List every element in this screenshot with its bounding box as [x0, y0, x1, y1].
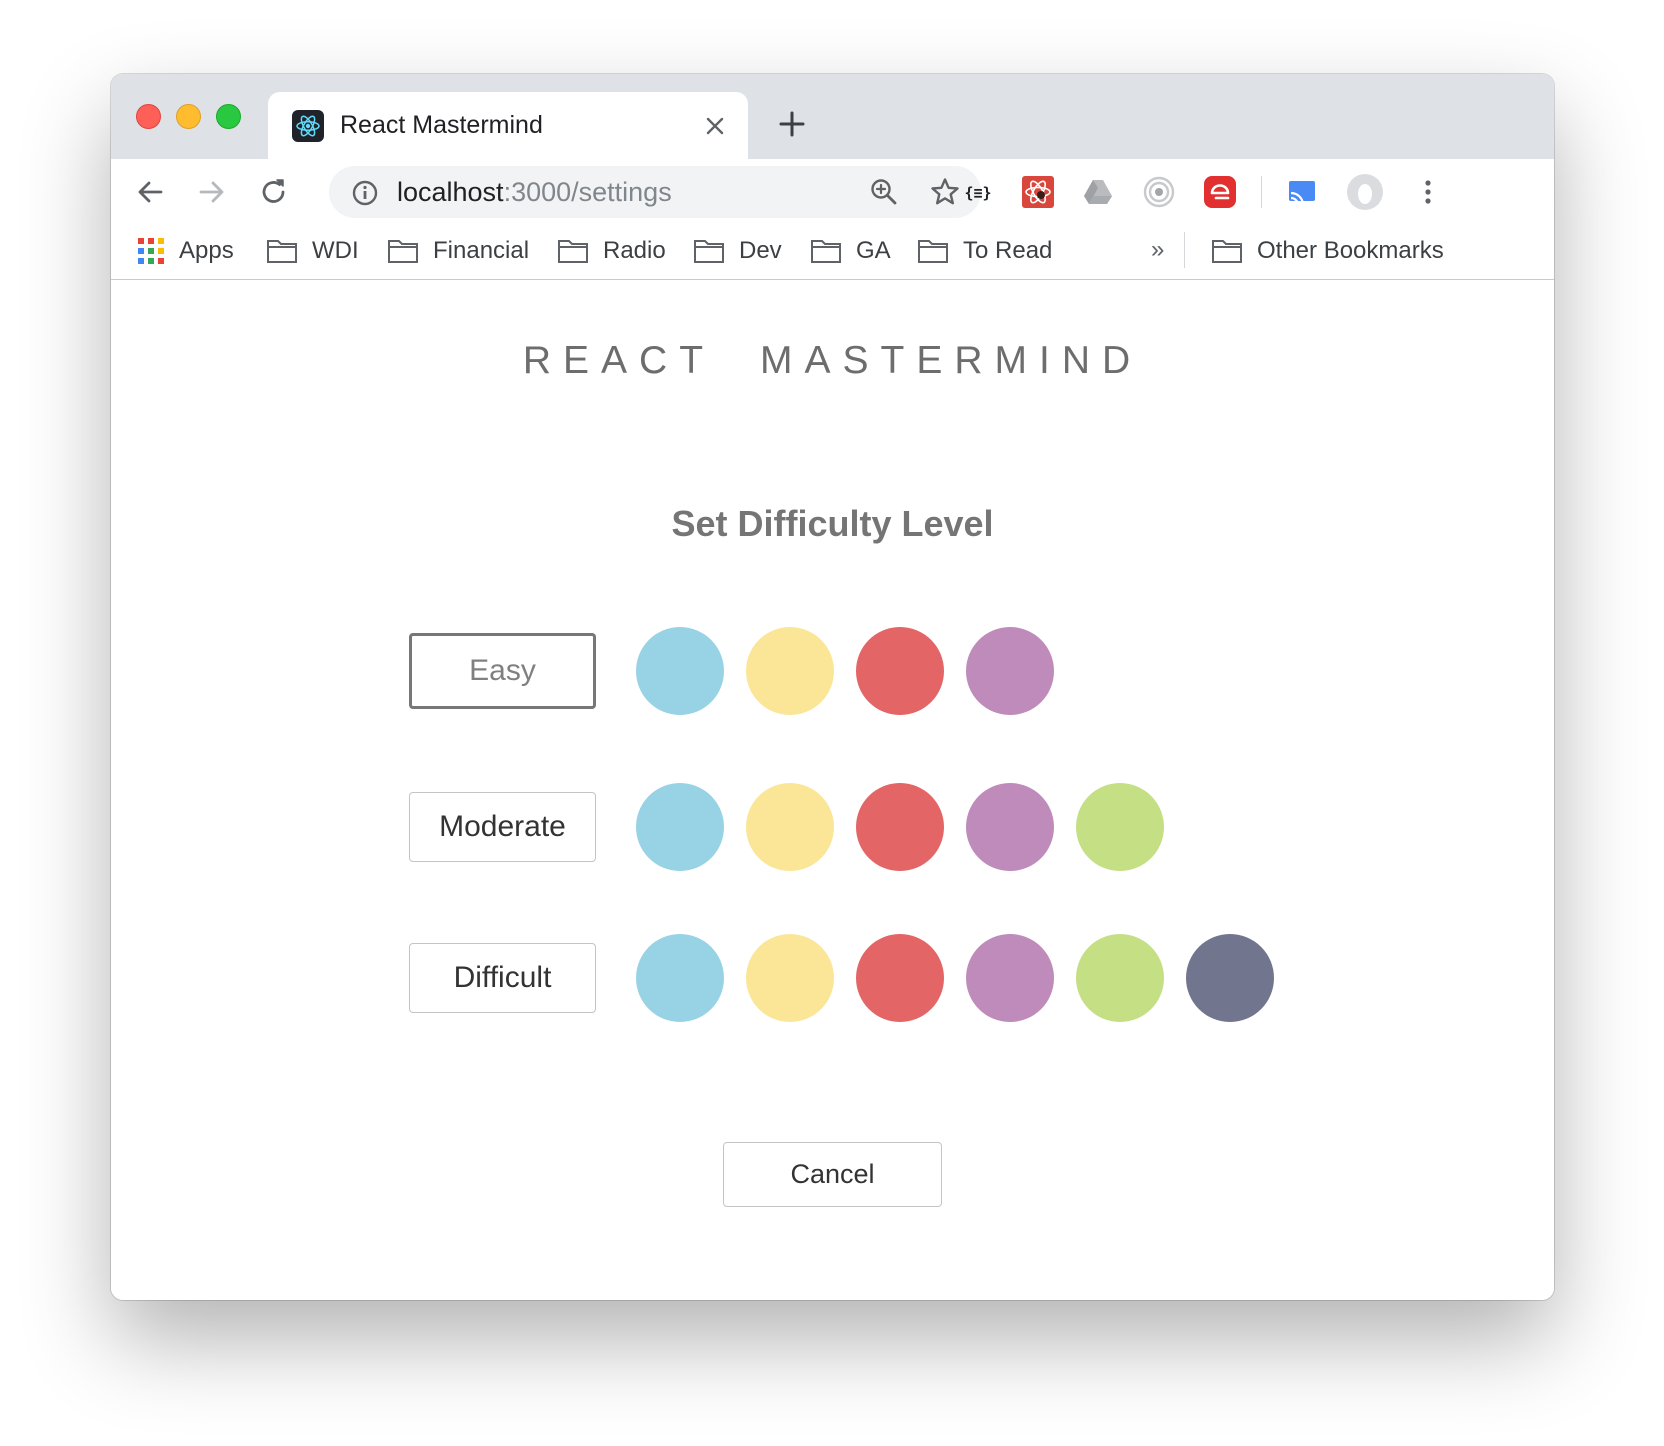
- close-window-button[interactable]: [136, 104, 161, 129]
- bookmark-other-bookmarks[interactable]: Other Bookmarks: [1211, 234, 1444, 268]
- address-bar[interactable]: localhost:3000/settings: [329, 166, 981, 218]
- cast-icon[interactable]: [1285, 175, 1319, 209]
- color-peg: [966, 934, 1054, 1022]
- browser-tab[interactable]: React Mastermind: [268, 92, 748, 159]
- browser-window: React Mastermind localhost:3000/settings…: [111, 74, 1554, 1300]
- folder-icon: [811, 240, 841, 263]
- toolbar-divider: [1261, 176, 1262, 208]
- bookmark-apps[interactable]: Apps: [137, 234, 234, 268]
- color-peg: [1076, 934, 1164, 1022]
- folder-icon: [267, 240, 297, 263]
- bookmark-ga[interactable]: GA: [810, 234, 891, 268]
- react-devtools-extension-icon[interactable]: [1021, 175, 1055, 209]
- difficulty-button-easy[interactable]: Easy: [409, 633, 596, 709]
- zoom-icon[interactable]: [869, 177, 899, 207]
- tab-strip: React Mastermind: [111, 74, 1554, 159]
- info-icon[interactable]: [351, 179, 379, 207]
- bookmarks-bar: Apps WDI Financial Radio Dev GA To Read …: [111, 224, 1554, 280]
- folder-icon: [1212, 240, 1242, 263]
- maximize-window-button[interactable]: [216, 104, 241, 129]
- cancel-button[interactable]: Cancel: [723, 1142, 942, 1207]
- bookmark-label: GA: [856, 237, 891, 264]
- target-extension-icon[interactable]: [1142, 175, 1176, 209]
- profile-avatar-icon[interactable]: [1346, 173, 1384, 211]
- color-peg: [636, 934, 724, 1022]
- bookmark-label: To Read: [963, 237, 1053, 264]
- react-favicon-icon: [292, 110, 324, 142]
- bookmark-label: Dev: [739, 237, 782, 264]
- new-tab-icon[interactable]: [778, 110, 806, 138]
- bookmark-wdi[interactable]: WDI: [266, 234, 359, 268]
- bookmark-label: WDI: [312, 237, 359, 264]
- lastpass-extension-icon[interactable]: [1203, 175, 1237, 209]
- bookmark-radio[interactable]: Radio: [557, 234, 666, 268]
- difficulty-button-moderate[interactable]: Moderate: [409, 792, 596, 862]
- folder-icon: [918, 240, 948, 263]
- color-peg: [746, 627, 834, 715]
- bookmark-label: Radio: [603, 237, 666, 264]
- color-peg: [856, 627, 944, 715]
- bookmark-dev[interactable]: Dev: [693, 234, 782, 268]
- app-title: REACT MASTERMIND: [522, 339, 1143, 382]
- bookmark-star-icon[interactable]: [929, 176, 961, 208]
- color-peg: [966, 783, 1054, 871]
- folder-icon: [388, 240, 418, 263]
- difficulty-subtitle: Set Difficulty Level: [671, 503, 994, 544]
- apps-grid-icon: [138, 238, 164, 264]
- menu-kebab-icon[interactable]: [1411, 175, 1445, 209]
- url-host: localhost: [397, 177, 504, 207]
- bookmark-financial[interactable]: Financial: [387, 234, 529, 268]
- color-peg: [746, 934, 834, 1022]
- browser-toolbar: localhost:3000/settings {≡}: [111, 159, 1554, 224]
- color-peg: [856, 783, 944, 871]
- back-arrow-icon[interactable]: [134, 176, 166, 208]
- bookmark-label: Financial: [433, 237, 530, 264]
- url-path: :3000/settings: [503, 177, 672, 207]
- svg-text:{≡}: {≡}: [964, 184, 991, 202]
- reload-icon[interactable]: [258, 176, 290, 208]
- page-content: REACT MASTERMIND Set Difficulty Level Ea…: [111, 281, 1554, 1300]
- minimize-window-button[interactable]: [176, 104, 201, 129]
- google-drive-extension-icon[interactable]: [1081, 175, 1115, 209]
- color-peg: [636, 627, 724, 715]
- tab-title: React Mastermind: [340, 111, 543, 139]
- folder-icon: [558, 240, 588, 263]
- color-peg: [1076, 783, 1164, 871]
- bookmark-label: Other Bookmarks: [1257, 237, 1444, 264]
- close-tab-icon[interactable]: [703, 114, 727, 138]
- bookmark-label: Apps: [179, 237, 234, 264]
- color-peg: [966, 627, 1054, 715]
- color-peg: [746, 783, 834, 871]
- color-peg: [856, 934, 944, 1022]
- json-formatter-extension-icon[interactable]: {≡}: [961, 175, 995, 209]
- more-bookmarks-chevron[interactable]: »: [1151, 236, 1164, 264]
- forward-arrow-icon[interactable]: [196, 176, 228, 208]
- bookmark-to-read[interactable]: To Read: [917, 234, 1052, 268]
- url-text[interactable]: localhost:3000/settings: [397, 175, 672, 209]
- folder-icon: [694, 240, 724, 263]
- bookmarks-divider: [1184, 232, 1185, 268]
- color-peg: [1186, 934, 1274, 1022]
- color-peg: [636, 783, 724, 871]
- difficulty-button-difficult[interactable]: Difficult: [409, 943, 596, 1013]
